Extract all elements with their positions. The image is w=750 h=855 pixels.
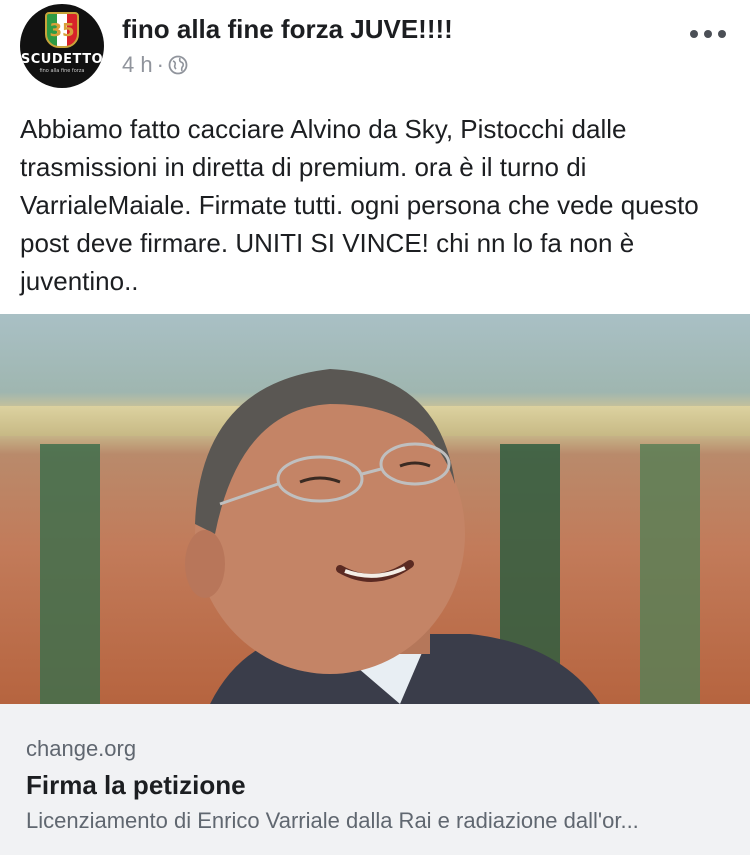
shield-icon: 35: [45, 12, 79, 48]
link-preview-image[interactable]: [0, 314, 750, 704]
post-header: 35 SCUDETTO fino alla fine forza fino al…: [0, 0, 750, 100]
post-meta: 4 h ·: [122, 52, 188, 78]
avatar-small-text: fino alla fine forza: [39, 68, 85, 74]
page-name-link[interactable]: fino alla fine forza JUVE!!!!: [122, 14, 453, 45]
page-avatar[interactable]: 35 SCUDETTO fino alla fine forza: [20, 4, 104, 88]
globe-icon: [168, 55, 188, 75]
post-timestamp[interactable]: 4 h: [122, 52, 153, 78]
link-description: Licenziamento di Enrico Varriale dalla R…: [26, 808, 639, 833]
facebook-post: 35 SCUDETTO fino alla fine forza fino al…: [0, 0, 750, 855]
avatar-badge-text: SCUDETTO: [20, 52, 104, 67]
link-title[interactable]: Firma la petizione: [26, 770, 246, 801]
meta-separator: ·: [156, 52, 164, 77]
post-body-text: Abbiamo fatto cacciare Alvino da Sky, Pi…: [20, 114, 699, 296]
shield-number: 35: [49, 20, 75, 41]
more-options-icon[interactable]: [690, 24, 726, 44]
link-card[interactable]: change.org Firma la petizione Licenziame…: [0, 704, 750, 855]
link-domain: change.org: [26, 736, 137, 761]
